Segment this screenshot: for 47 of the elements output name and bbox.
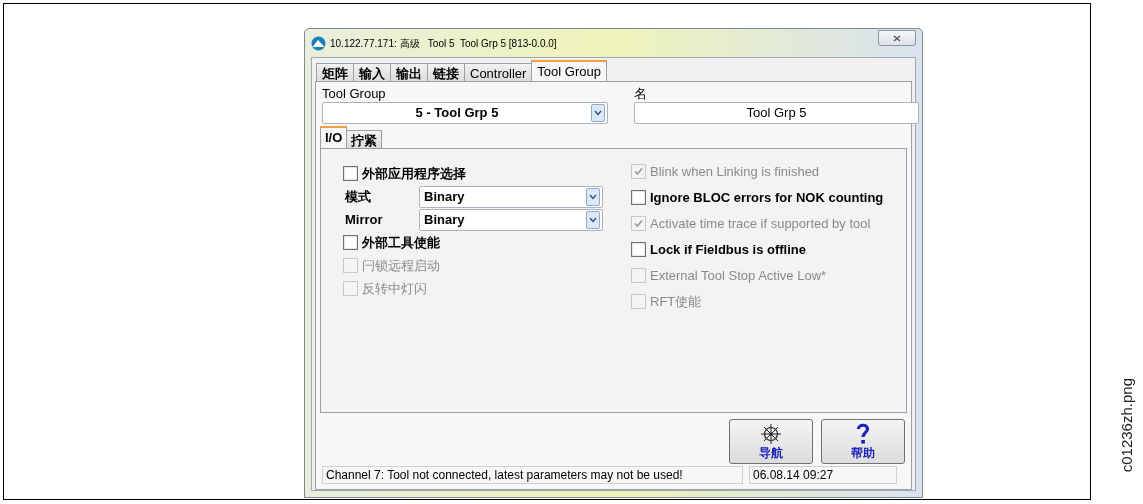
checkmark-icon [633,218,644,229]
file-label: c01236zh.png [1117,378,1136,473]
tab[interactable]: I/O [320,126,348,148]
tab[interactable]: Tool Group [531,60,607,81]
checkbox-label: 闩锁远程启动 [362,256,440,275]
dropdown-value: Binary [423,210,466,229]
app-icon [311,35,326,51]
field-label: Tool Group [322,86,387,102]
dropdown[interactable]: Binary [419,208,603,231]
status-datetime: 06.08.14 09:27 [749,466,897,484]
tab[interactable]: 拧紧 [346,130,383,148]
toolbar-button[interactable]: 导航 [729,419,813,464]
checkbox-label: Lock if Fieldbus is offline [650,240,806,259]
tab[interactable]: 输入 [353,63,391,81]
dropdown-value: 5 - Tool Grp 5 [414,104,500,123]
ship-wheel-icon [760,423,782,445]
tab[interactable]: Controller [464,63,533,81]
name-value: Tool Grp 5 [746,104,807,123]
dropdown-value: Binary [423,187,466,206]
field-label: 模式 [345,187,372,206]
field-label: Mirror [345,210,384,229]
checkbox[interactable] [631,242,646,257]
window-title: 10.122.77.171: 高级 Tool 5 Tool Grp 5 [813-0.0.0] [330,36,557,51]
checkbox-label: 外部工具使能 [362,233,440,252]
toolbar-button[interactable]: 帮助 [821,419,905,464]
checkbox-label: 反转中灯闪 [362,279,427,298]
checkbox-label: Activate time trace if supported by tool [650,214,871,233]
checkbox-label: Blink when Linking is finished [650,162,820,181]
field-label: 名 [634,86,648,102]
checkbox-label: RFT使能 [650,292,702,311]
checkbox[interactable] [631,190,646,205]
status-message: Channel 7: Tool not connected, latest parameters may not be used! [322,466,743,484]
close-icon [893,34,901,42]
checkbox-label: 外部应用程序选择 [362,164,466,183]
dropdown[interactable]: Binary [419,185,603,208]
checkbox[interactable] [343,235,358,250]
checkbox[interactable] [343,166,358,181]
checkbox-label: Ignore BLOC errors for NOK counting [650,188,884,207]
dropdown[interactable]: 5 - Tool Grp 5 [322,102,608,124]
name-field[interactable]: Tool Grp 5 [634,102,919,124]
close-button[interactable] [878,30,916,46]
checkmark-icon [633,166,644,177]
tab[interactable]: 链接 [427,63,465,81]
checkbox-label: External Tool Stop Active Low* [650,266,827,285]
tab[interactable]: 矩阵 [316,63,354,81]
tab[interactable]: 输出 [390,63,428,81]
question-mark-icon [856,423,870,445]
